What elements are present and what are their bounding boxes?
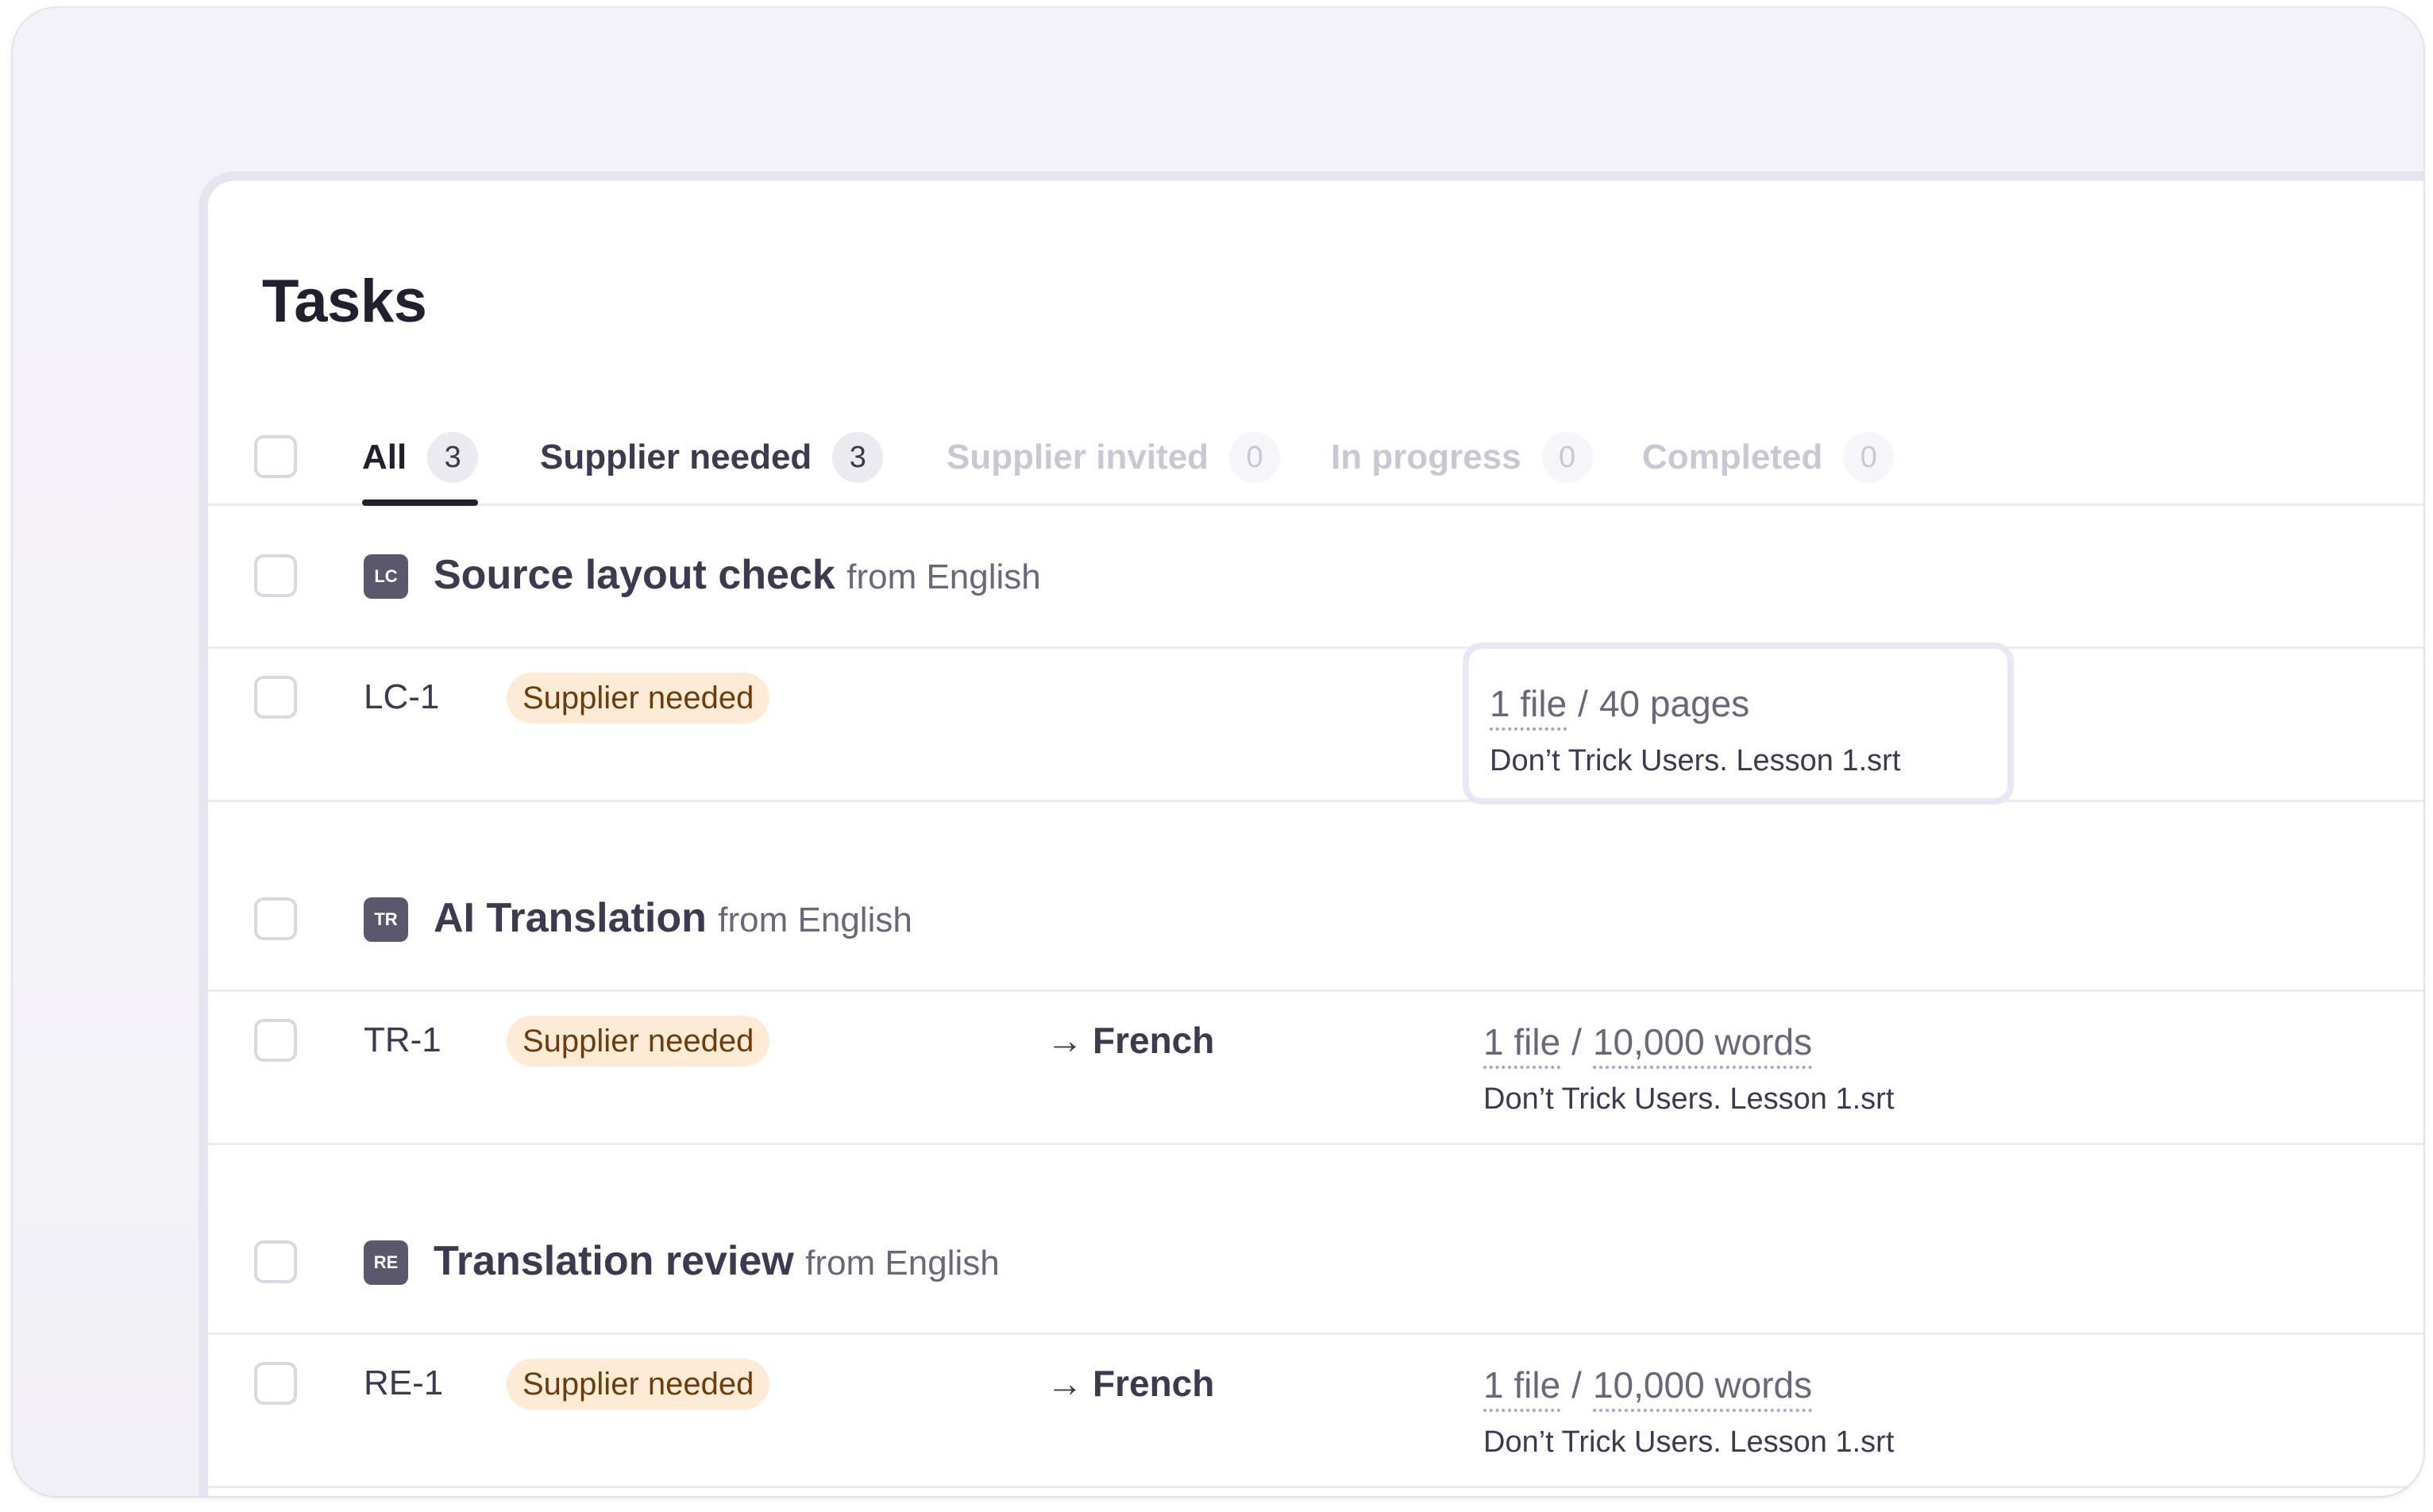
- task-group-header[interactable]: RE Translation review from English: [208, 1193, 2423, 1335]
- file-name: Don’t Trick Users. Lesson 1.srt: [1490, 744, 1901, 777]
- task-id: LC-1: [364, 677, 440, 716]
- file-count-link[interactable]: 1 file: [1483, 1021, 1561, 1069]
- word-count-link[interactable]: 10,000 words: [1592, 1364, 1813, 1412]
- tab-supplier-invited[interactable]: Supplier invited 0: [947, 411, 1281, 503]
- file-name: Don’t Trick Users. Lesson 1.srt: [1483, 1425, 1895, 1459]
- tab-label: Supplier invited: [947, 438, 1209, 476]
- status-tabs: All 3 Supplier needed 3 Supplier invited…: [208, 411, 2423, 506]
- tab-all[interactable]: All 3: [362, 411, 479, 506]
- target-language-label: French: [1093, 1363, 1215, 1404]
- tab-label: Completed: [1642, 438, 1823, 476]
- group-name: Translation review: [434, 1238, 794, 1284]
- tab-count-badge: 0: [1843, 432, 1895, 483]
- task-checkbox[interactable]: [254, 1019, 297, 1062]
- tab-supplier-needed[interactable]: Supplier needed 3: [540, 411, 884, 503]
- tasks-panel: Tasks All 3 Supplier needed 3 Supplier i…: [199, 172, 2423, 1496]
- tab-count-badge: 3: [832, 432, 884, 483]
- group-title: Source layout check from English: [434, 551, 1041, 599]
- group-name: Source layout check: [434, 552, 835, 598]
- active-tab-indicator: [362, 499, 479, 506]
- group-checkbox[interactable]: [254, 1240, 297, 1283]
- file-name: Don’t Trick Users. Lesson 1.srt: [1483, 1082, 1895, 1116]
- task-checkbox[interactable]: [254, 676, 297, 719]
- file-count-link[interactable]: 1 file: [1490, 683, 1567, 731]
- file-summary: 1 file /40 pages: [1490, 682, 1987, 731]
- tab-label: Supplier needed: [540, 438, 812, 476]
- word-count-link[interactable]: 10,000 words: [1592, 1021, 1813, 1069]
- page-count: 40 pages: [1598, 683, 1750, 724]
- tab-completed[interactable]: Completed 0: [1642, 411, 1895, 503]
- task-row[interactable]: TR-1 Supplier needed → French 1 file/10,0…: [208, 992, 2423, 1145]
- group-title: Translation review from English: [434, 1237, 1000, 1285]
- select-all-checkbox[interactable]: [254, 435, 297, 478]
- task-checkbox[interactable]: [254, 1362, 297, 1405]
- task-type-badge: LC: [364, 554, 408, 599]
- group-title: AI Translation from English: [434, 894, 912, 942]
- file-count-link[interactable]: 1 file: [1483, 1364, 1561, 1412]
- tab-count-badge: 3: [427, 432, 479, 483]
- source-language: from English: [805, 1244, 1000, 1282]
- task-id: RE-1: [364, 1364, 444, 1402]
- tab-label: All: [362, 438, 407, 476]
- task-id: TR-1: [364, 1020, 441, 1059]
- separator: /: [1578, 683, 1588, 724]
- file-info: 1 file/10,000 words Don’t Trick Users. L…: [1483, 1364, 1894, 1460]
- tab-in-progress[interactable]: In progress 0: [1331, 411, 1593, 503]
- target-language: → French: [1047, 1019, 1214, 1062]
- arrow-right-icon: →: [1047, 1363, 1083, 1404]
- source-language: from English: [846, 557, 1041, 596]
- task-type-badge: RE: [364, 1240, 408, 1285]
- group-checkbox[interactable]: [254, 897, 297, 940]
- file-summary: 1 file/10,000 words: [1483, 1020, 1894, 1069]
- arrow-right-icon: →: [1047, 1020, 1083, 1061]
- task-group-header[interactable]: LC Source layout check from English: [208, 507, 2423, 649]
- separator: /: [1571, 1364, 1582, 1406]
- task-type-badge: TR: [364, 897, 408, 942]
- app-window: Tasks All 3 Supplier needed 3 Supplier i…: [13, 8, 2423, 1496]
- group-checkbox[interactable]: [254, 554, 297, 597]
- tab-count-badge: 0: [1229, 432, 1281, 483]
- file-summary: 1 file/10,000 words: [1483, 1364, 1894, 1412]
- group-name: AI Translation: [434, 895, 707, 941]
- file-info-card[interactable]: 1 file /40 pages Don’t Trick Users. Lesso…: [1463, 642, 2014, 804]
- status-badge: Supplier needed: [507, 1016, 770, 1066]
- task-row[interactable]: RE-1 Supplier needed → French 1 file/10,0…: [208, 1335, 2423, 1488]
- target-language: → French: [1047, 1362, 1214, 1405]
- page-title: Tasks: [262, 268, 427, 335]
- target-language-label: French: [1093, 1020, 1215, 1061]
- separator: /: [1571, 1021, 1582, 1063]
- source-language: from English: [718, 901, 912, 939]
- task-group-header[interactable]: TR AI Translation from English: [208, 850, 2423, 992]
- tab-count-badge: 0: [1541, 432, 1593, 483]
- task-row[interactable]: LC-1 Supplier needed 1 file /40 pages Don…: [208, 642, 2423, 804]
- file-info: 1 file/10,000 words Don’t Trick Users. L…: [1483, 1020, 1894, 1117]
- status-badge: Supplier needed: [507, 1359, 770, 1410]
- tab-label: In progress: [1331, 438, 1521, 476]
- status-badge: Supplier needed: [507, 673, 770, 723]
